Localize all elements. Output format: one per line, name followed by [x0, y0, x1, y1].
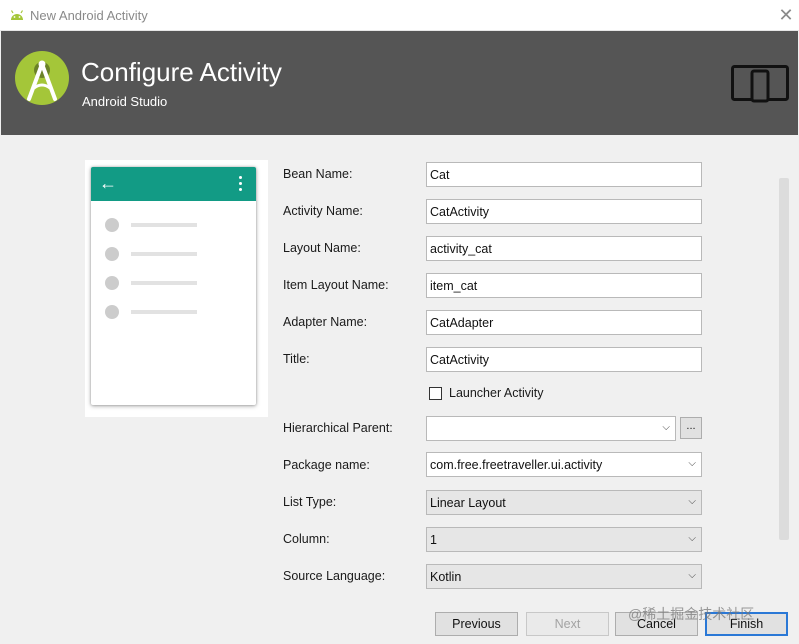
- page-title: Configure Activity: [81, 57, 282, 87]
- vertical-scrollbar[interactable]: [779, 178, 789, 540]
- previous-button[interactable]: Previous: [435, 612, 518, 636]
- phone-mockup: ←: [91, 167, 256, 405]
- list-type-label: List Type:: [283, 495, 337, 509]
- next-button[interactable]: Next: [526, 612, 609, 636]
- watermark: @稀土掘金技术社区: [628, 606, 755, 622]
- package-name-combo[interactable]: com.free.freetraveller.ui.activity ⌵: [426, 452, 702, 477]
- overflow-menu-icon: [239, 176, 243, 194]
- dialog-header: Configure Activity Android Studio: [1, 31, 798, 135]
- activity-preview: ←: [85, 160, 268, 417]
- chevron-down-icon[interactable]: ⌵: [662, 422, 670, 433]
- window-title: New Android Activity: [30, 8, 148, 23]
- column-value: 1: [430, 533, 437, 547]
- app-bar: ←: [91, 167, 256, 201]
- source-language-value: Kotlin: [430, 570, 462, 584]
- column-label: Column:: [283, 532, 330, 546]
- source-language-label: Source Language:: [283, 569, 386, 583]
- list-item: [105, 276, 245, 290]
- chevron-down-icon[interactable]: ⌵: [688, 570, 696, 581]
- adapter-name-field[interactable]: CatAdapter: [426, 310, 702, 335]
- layout-name-label: Layout Name:: [283, 241, 361, 255]
- chevron-down-icon[interactable]: ⌵: [688, 496, 696, 507]
- android-studio-logo: [15, 51, 69, 105]
- list-item: [105, 247, 245, 261]
- device-layout-icon: [731, 65, 789, 103]
- android-icon: [10, 10, 24, 20]
- close-icon[interactable]: ✕: [776, 4, 796, 26]
- title-label: Title:: [283, 352, 310, 366]
- list-item: [105, 305, 245, 319]
- column-select[interactable]: 1 ⌵: [426, 527, 702, 552]
- title-bar: New Android Activity ✕: [0, 0, 799, 31]
- package-name-label: Package name:: [283, 458, 370, 472]
- list-item: [105, 218, 245, 232]
- hierarchical-parent-label: Hierarchical Parent:: [283, 421, 393, 435]
- page-subtitle: Android Studio: [82, 94, 168, 109]
- item-layout-name-field[interactable]: item_cat: [426, 273, 702, 298]
- list-type-select[interactable]: Linear Layout ⌵: [426, 490, 702, 515]
- launcher-activity-checkbox[interactable]: [429, 387, 442, 400]
- bean-name-field[interactable]: Cat: [426, 162, 702, 187]
- layout-name-field[interactable]: activity_cat: [426, 236, 702, 261]
- launcher-activity-label[interactable]: Launcher Activity: [449, 386, 544, 400]
- hierarchical-parent-field[interactable]: ⌵: [426, 416, 676, 441]
- title-field[interactable]: CatActivity: [426, 347, 702, 372]
- list-type-value: Linear Layout: [430, 496, 506, 510]
- chevron-down-icon[interactable]: ⌵: [688, 533, 696, 544]
- bean-name-label: Bean Name:: [283, 167, 353, 181]
- browse-parent-button[interactable]: ...: [680, 417, 702, 439]
- chevron-down-icon[interactable]: ⌵: [688, 458, 696, 469]
- item-layout-name-label: Item Layout Name:: [283, 278, 389, 292]
- adapter-name-label: Adapter Name:: [283, 315, 368, 329]
- activity-name-label: Activity Name:: [283, 204, 363, 218]
- package-name-value: com.free.freetraveller.ui.activity: [430, 458, 603, 472]
- source-language-select[interactable]: Kotlin ⌵: [426, 564, 702, 589]
- activity-name-field[interactable]: CatActivity: [426, 199, 702, 224]
- back-arrow-icon: ←: [99, 173, 117, 193]
